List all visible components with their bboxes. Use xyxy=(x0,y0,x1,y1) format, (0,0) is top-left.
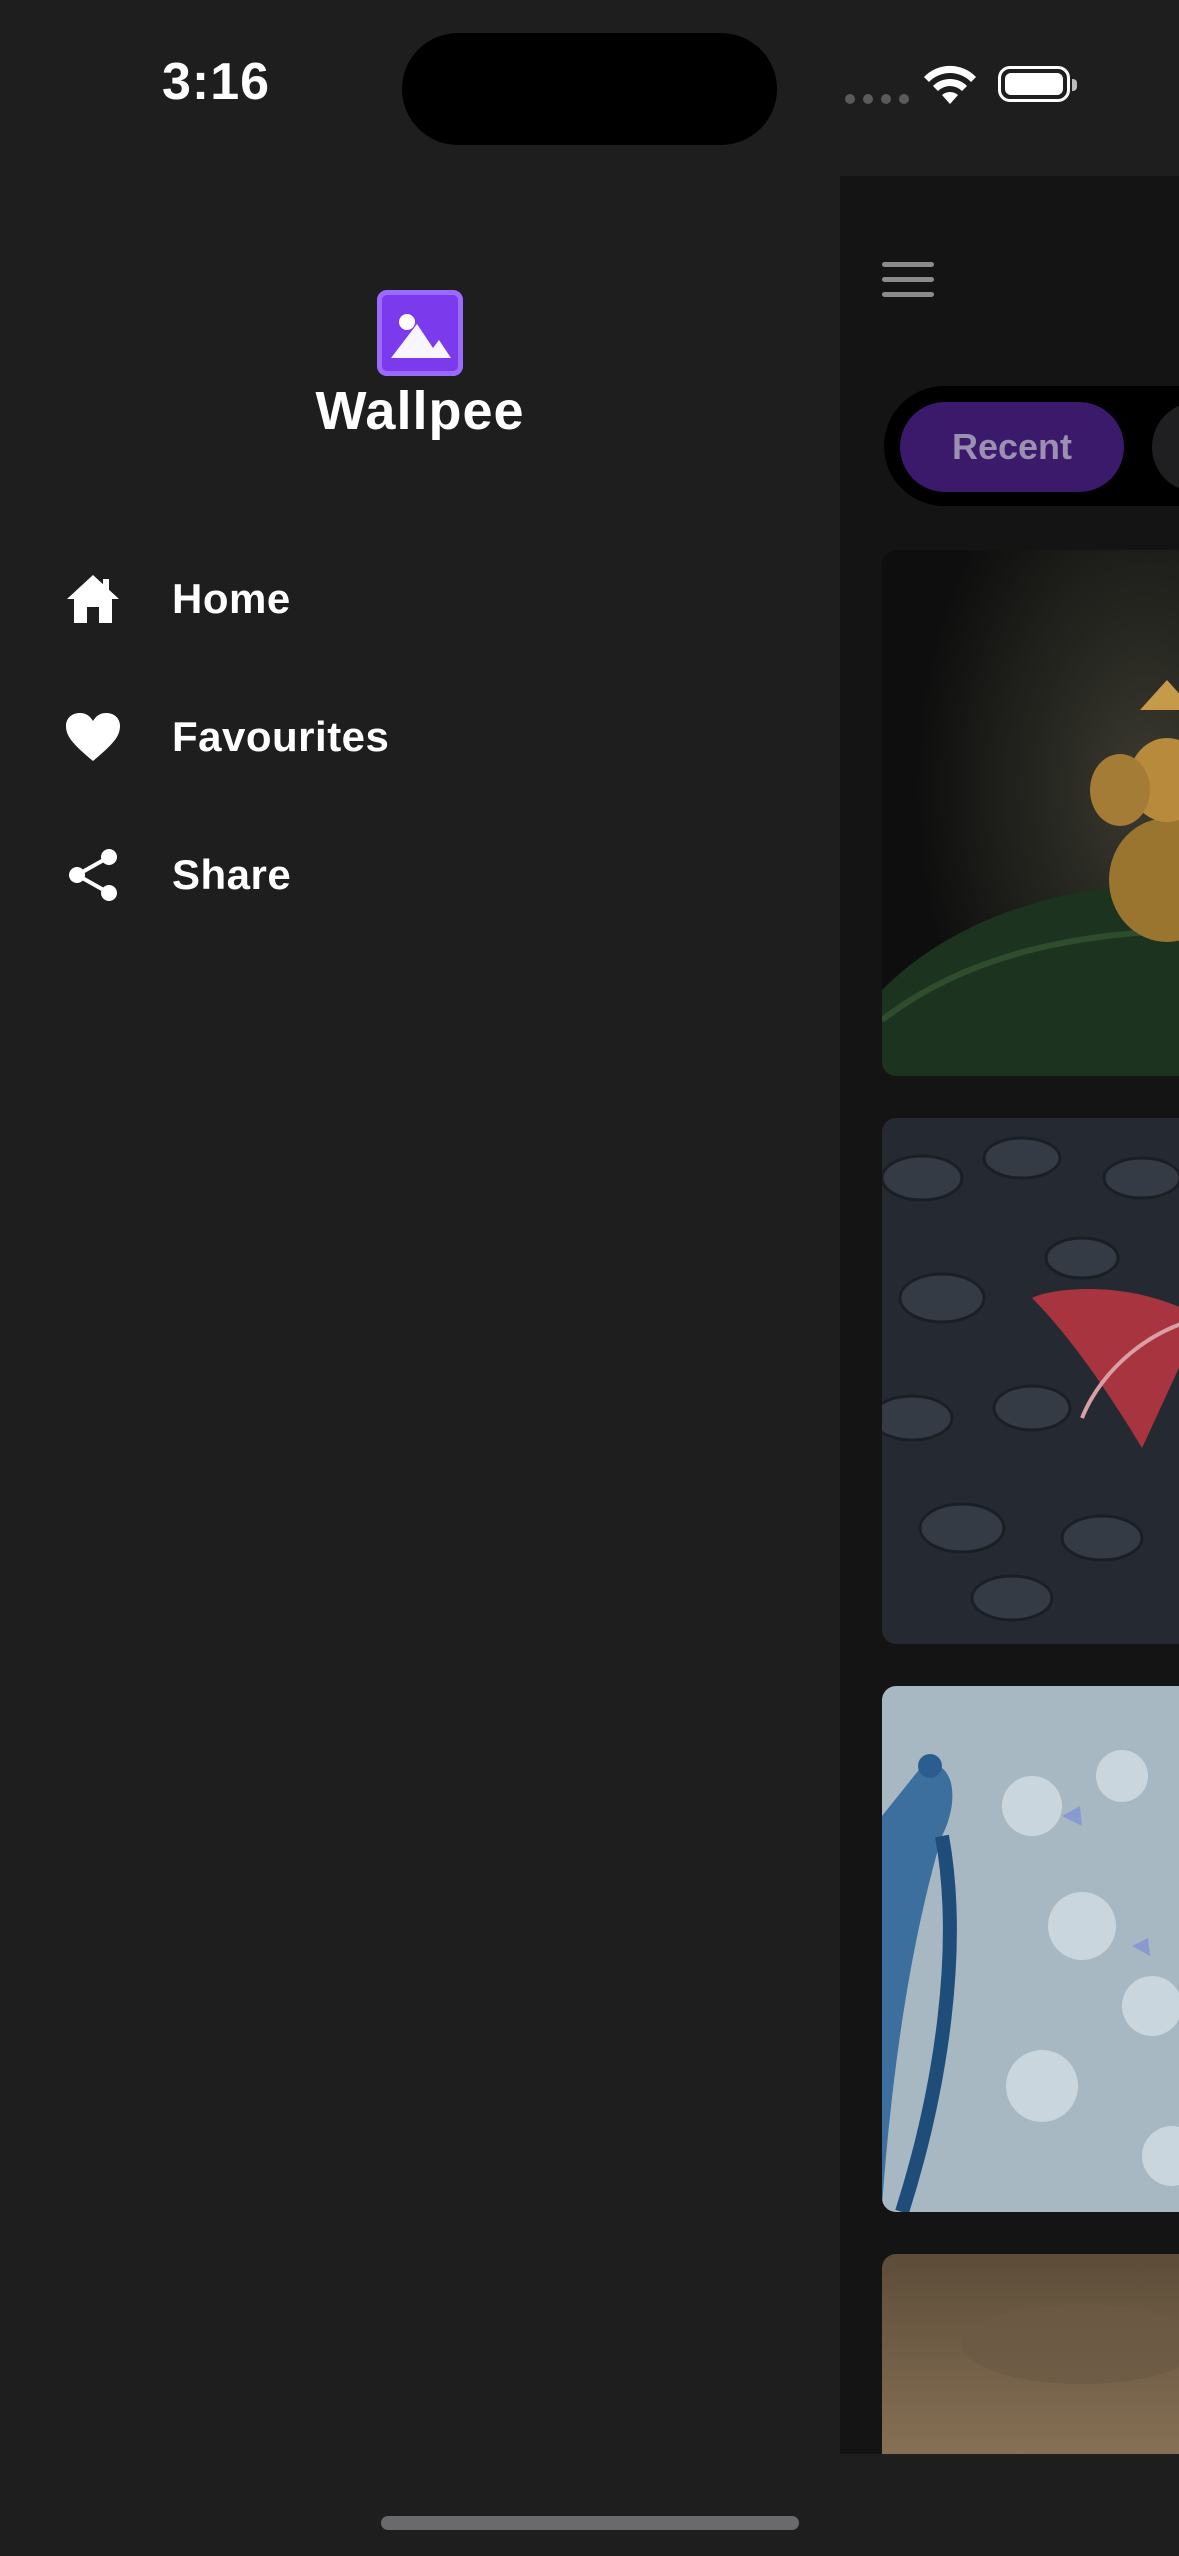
ganesha-wallpaper-image xyxy=(882,550,1179,1076)
drawer-item-home[interactable]: Home xyxy=(62,564,291,634)
sky-wallpaper-image xyxy=(882,2254,1179,2454)
wifi-icon xyxy=(924,65,976,104)
battery-icon xyxy=(998,66,1077,102)
share-icon xyxy=(62,844,124,906)
app-title: Wallpee xyxy=(315,381,525,441)
wallpaper-card[interactable] xyxy=(882,550,1179,1076)
main-content: Recent xyxy=(840,176,1179,2454)
peacock-wallpaper-image xyxy=(882,1686,1179,2212)
drawer-item-label: Home xyxy=(172,575,291,622)
home-indicator[interactable] xyxy=(381,2516,799,2530)
cellular-signal-icon xyxy=(845,94,909,104)
dynamic-island xyxy=(402,33,777,145)
tab-recent[interactable]: Recent xyxy=(900,402,1124,492)
wallpaper-card[interactable] xyxy=(882,1118,1179,1644)
navigation-drawer: Wallpee Home Favourites Share xyxy=(0,176,840,2454)
status-time: 3:16 xyxy=(162,53,271,111)
butterfly-wallpaper-image xyxy=(882,1118,1179,1644)
drawer-item-favourites[interactable]: Favourites xyxy=(62,702,389,772)
heart-icon xyxy=(62,706,124,768)
menu-icon[interactable] xyxy=(882,262,934,302)
home-icon xyxy=(62,568,124,630)
drawer-item-label: Favourites xyxy=(172,713,390,760)
drawer-item-share[interactable]: Share xyxy=(62,840,291,910)
drawer-item-label: Share xyxy=(172,851,292,898)
app-logo-icon xyxy=(377,290,463,376)
wallpaper-card[interactable] xyxy=(882,2254,1179,2454)
wallpaper-card[interactable] xyxy=(882,1686,1179,2212)
